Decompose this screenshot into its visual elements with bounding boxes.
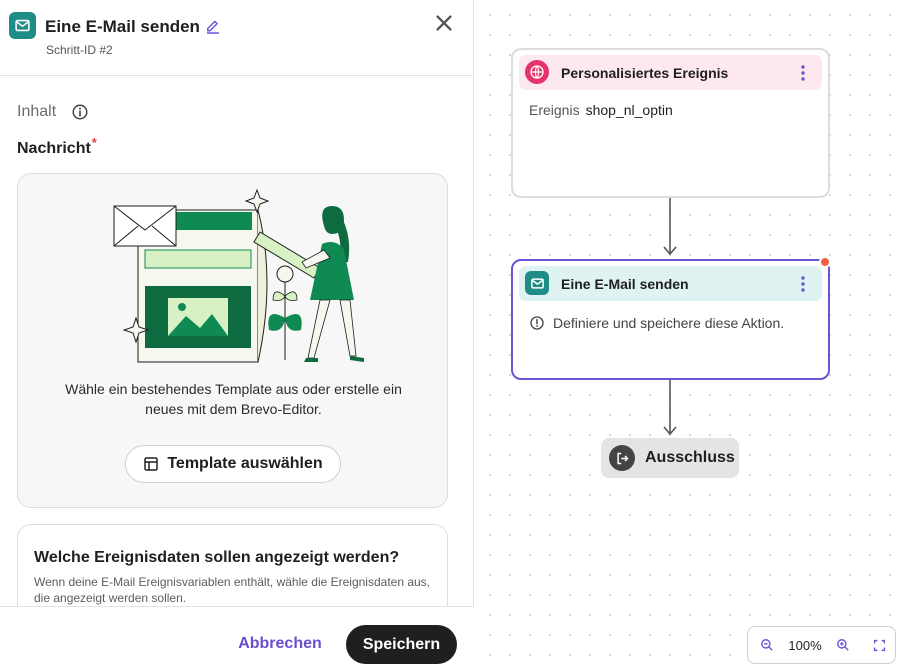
- zoom-level: 100%: [788, 637, 822, 653]
- choose-template-button[interactable]: Template auswählen: [125, 445, 341, 483]
- section-label-content: Inhalt: [17, 103, 57, 120]
- node-custom-event[interactable]: Personalisiertes Ereignis Ereignis shop_n…: [511, 48, 830, 198]
- choose-template-label: Template auswählen: [167, 455, 323, 472]
- message-label: Nachricht*: [17, 135, 97, 158]
- node-header: Personalisiertes Ereignis: [519, 55, 822, 90]
- info-icon[interactable]: [71, 103, 89, 121]
- node-send-email[interactable]: Eine E-Mail senden Definiere und speiche…: [511, 259, 830, 380]
- close-icon[interactable]: [433, 12, 455, 34]
- required-mark: *: [91, 135, 97, 150]
- connector-arrow: [663, 380, 677, 436]
- node-title: Personalisiertes Ereignis: [561, 65, 729, 81]
- status-dot: [819, 256, 831, 268]
- connector-arrow: [663, 198, 677, 256]
- globe-icon: [525, 60, 549, 84]
- panel-header: Eine E-Mail senden Schritt-ID #2: [0, 0, 474, 76]
- event-data-title: Welche Ereignisdaten sollen angezeigt we…: [34, 549, 400, 566]
- zoom-controls: 100%: [747, 626, 896, 664]
- node-warning-text: Definiere und speichere diese Aktion.: [553, 315, 785, 331]
- email-icon: [9, 12, 36, 39]
- template-description: Wähle ein bestehendes Template aus oder …: [65, 381, 402, 417]
- workflow-canvas[interactable]: Personalisiertes Ereignis Ereignis shop_n…: [475, 0, 899, 669]
- pencil-icon[interactable]: [204, 18, 222, 36]
- event-data-description: Wenn deine E-Mail Ereignisvariablen enth…: [34, 575, 431, 605]
- step-editor-panel: Eine E-Mail senden Schritt-ID #2 Inhalt …: [0, 0, 474, 669]
- message-label-text: Nachricht: [17, 140, 91, 157]
- panel-title: Eine E-Mail senden: [45, 17, 200, 36]
- template-icon: [144, 457, 159, 471]
- node-event-field: Ereignis shop_nl_optin: [529, 102, 673, 118]
- panel-footer: Abbrechen Speichern: [0, 606, 474, 669]
- cancel-button[interactable]: Abbrechen: [232, 629, 328, 659]
- exit-icon: [609, 445, 635, 471]
- node-title: Eine E-Mail senden: [561, 276, 689, 292]
- exit-node[interactable]: Ausschluss: [601, 438, 739, 478]
- alert-circle-icon: [530, 316, 544, 330]
- save-button[interactable]: Speichern: [346, 625, 457, 664]
- more-vertical-icon[interactable]: [795, 274, 811, 294]
- exit-label: Ausschluss: [645, 449, 735, 466]
- event-field-label: Ereignis: [529, 102, 580, 118]
- node-warning: Definiere und speichere diese Aktion.: [529, 315, 784, 331]
- template-illustration: [113, 188, 364, 363]
- event-field-value: shop_nl_optin: [585, 102, 673, 118]
- template-card: Wähle ein bestehendes Template aus oder …: [17, 173, 448, 508]
- zoom-out-icon[interactable]: [752, 630, 782, 660]
- node-header: Eine E-Mail senden: [519, 266, 822, 301]
- zoom-in-icon[interactable]: [828, 630, 858, 660]
- email-icon: [525, 271, 549, 295]
- fullscreen-icon[interactable]: [864, 630, 894, 660]
- step-id: Schritt-ID #2: [46, 43, 113, 57]
- more-vertical-icon[interactable]: [795, 63, 811, 83]
